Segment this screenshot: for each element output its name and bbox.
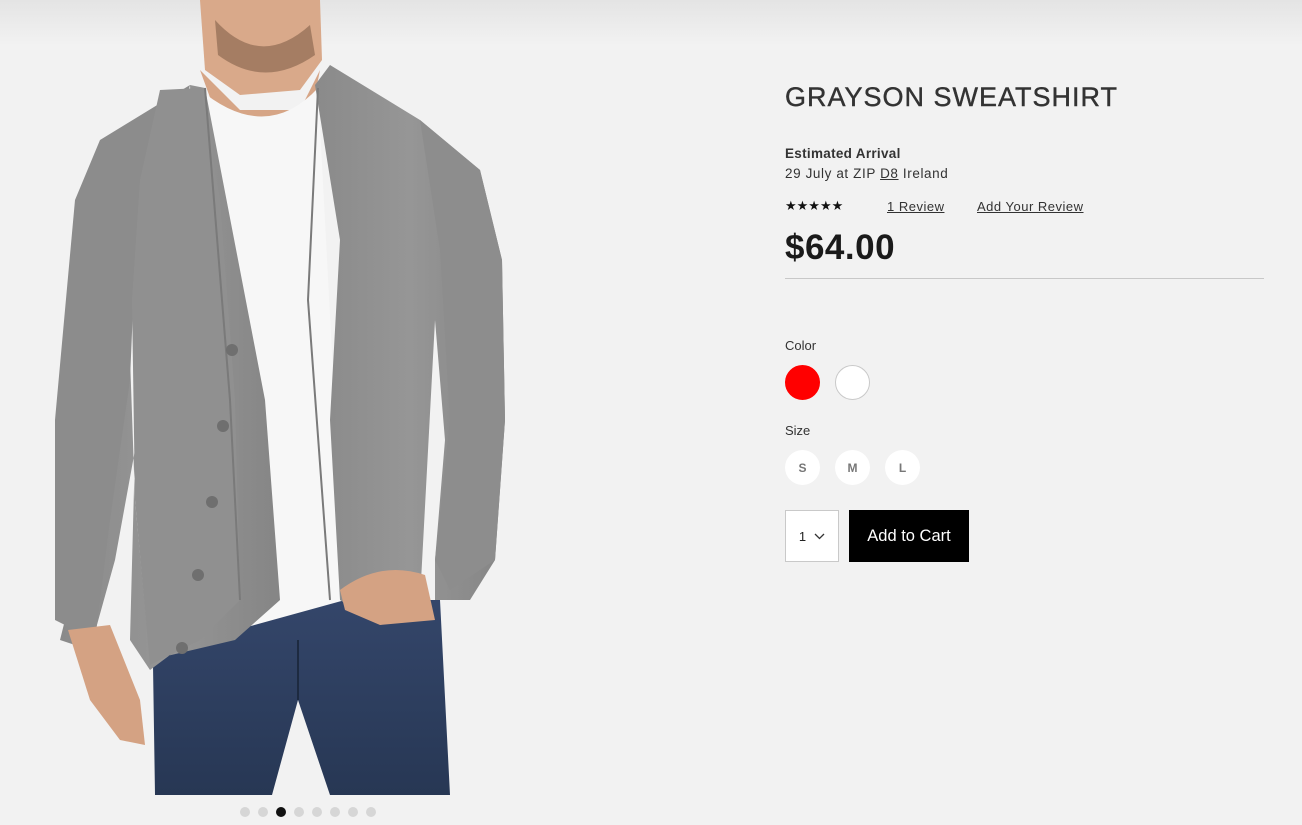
- gallery-dot[interactable]: [348, 807, 358, 817]
- rating-row: ★★★★★ 1 Review Add Your Review: [785, 198, 1084, 214]
- color-swatches: [785, 365, 870, 400]
- product-title: GRAYSON SWEATSHIRT: [785, 82, 1119, 112]
- color-swatch-white[interactable]: [835, 365, 870, 400]
- gallery-dot[interactable]: [312, 807, 322, 817]
- size-button-l[interactable]: L: [885, 450, 920, 485]
- arrival-date-text: 29 July at ZIP: [785, 166, 876, 181]
- size-button-m[interactable]: M: [835, 450, 870, 485]
- size-button-s[interactable]: S: [785, 450, 820, 485]
- quantity-value: 1: [798, 528, 807, 544]
- gallery-dot[interactable]: [258, 807, 268, 817]
- color-label: Color: [785, 338, 817, 353]
- estimated-arrival-label: Estimated Arrival: [785, 146, 901, 161]
- gallery-pagination: [240, 807, 376, 817]
- zip-code-link[interactable]: D8: [880, 166, 898, 181]
- price-divider: [785, 278, 1264, 279]
- product-gallery: [0, 0, 620, 825]
- estimated-arrival-details: 29 July at ZIP D8 Ireland: [785, 166, 948, 181]
- gallery-dot[interactable]: [294, 807, 304, 817]
- size-options: S M L: [785, 450, 920, 485]
- cart-row: 1 Add to Cart: [785, 510, 969, 562]
- gallery-dot[interactable]: [366, 807, 376, 817]
- quantity-select[interactable]: 1: [785, 510, 839, 562]
- add-review-link[interactable]: Add Your Review: [977, 199, 1084, 214]
- size-label: Size: [785, 423, 811, 438]
- gallery-dot[interactable]: [276, 807, 286, 817]
- review-count-link[interactable]: 1 Review: [887, 199, 977, 214]
- star-rating-icon: ★★★★★: [785, 198, 844, 213]
- gallery-dot[interactable]: [240, 807, 250, 817]
- add-to-cart-button[interactable]: Add to Cart: [849, 510, 969, 562]
- product-image[interactable]: [40, 0, 540, 795]
- arrival-country: Ireland: [902, 166, 949, 181]
- product-price: $64.00: [785, 228, 896, 267]
- gallery-dot[interactable]: [330, 807, 340, 817]
- color-swatch-red[interactable]: [785, 365, 820, 400]
- chevron-down-icon: [814, 533, 825, 539]
- model-photo: [55, 0, 505, 795]
